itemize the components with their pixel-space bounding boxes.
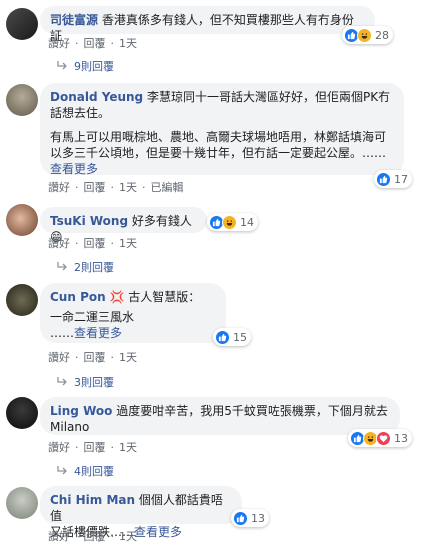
comment-text-paragraph: 一命二運三風水: [50, 310, 135, 324]
see-more-link[interactable]: 查看更多: [74, 326, 122, 340]
reaction-count: 13: [251, 511, 265, 525]
reaction-count: 17: [394, 172, 408, 186]
comment-bubble: 司徒富源 香港真係多有錢人，但不知買樓那些人有冇身份証: [40, 6, 375, 43]
like-button[interactable]: 讚好: [48, 439, 70, 455]
like-button[interactable]: 讚好: [48, 179, 70, 195]
reaction-summary[interactable]: 13: [348, 429, 412, 447]
comment-timestamp[interactable]: 1天: [119, 439, 137, 455]
view-replies-link[interactable]: 3則回覆: [56, 374, 114, 390]
avatar[interactable]: [6, 84, 38, 116]
reply-button[interactable]: 回覆: [84, 349, 106, 365]
reply-button[interactable]: 回覆: [84, 235, 106, 251]
view-replies-link[interactable]: 4則回覆: [56, 463, 114, 479]
reaction-summary[interactable]: 15: [213, 328, 251, 346]
see-more-link[interactable]: 查看更多: [134, 525, 182, 539]
like-button[interactable]: 讚好: [48, 235, 70, 251]
reaction-summary[interactable]: 13: [231, 509, 269, 527]
commenter-name[interactable]: Cun Pon: [50, 290, 106, 304]
reply-arrow-icon: [56, 60, 68, 73]
comment-text: 古人智慧版：: [128, 290, 201, 304]
replies-count-label[interactable]: 2則回覆: [74, 259, 114, 275]
haha-reaction-icon: [357, 27, 372, 43]
reply-button[interactable]: 回覆: [84, 439, 106, 455]
comment-bubble: Cun Pon 💢 古人智慧版： 一命二運三風水 ……查看更多: [40, 283, 226, 343]
replies-count-label[interactable]: 9則回覆: [74, 58, 114, 74]
avatar[interactable]: [6, 204, 38, 236]
reaction-count: 15: [233, 330, 247, 344]
like-button[interactable]: 讚好: [48, 35, 70, 51]
comment-timestamp[interactable]: 1天: [119, 35, 137, 51]
comment-bubble: Donald Yeung 李慧琼同十一哥話大灣區好好，但佢兩個PK冇話想去住。 …: [40, 83, 404, 176]
comment-timestamp[interactable]: 1天: [119, 349, 137, 365]
reaction-summary[interactable]: 14: [207, 213, 258, 231]
reaction-summary[interactable]: 28: [342, 26, 393, 44]
comment-timestamp[interactable]: 1天: [119, 179, 137, 195]
reaction-summary[interactable]: 17: [374, 170, 412, 188]
comment-timestamp[interactable]: 1天: [119, 528, 137, 544]
comment-bubble: Chi Him Man 個個人都話貴唔值 又話樓價跌……查看更多: [40, 486, 242, 539]
view-replies-link[interactable]: 2則回覆: [56, 259, 114, 275]
comment-actions: 讚好 · 回覆 · 1天: [48, 528, 137, 544]
reply-arrow-icon: [56, 465, 68, 478]
like-reaction-icon: [376, 171, 391, 187]
love-reaction-icon: [376, 430, 391, 446]
comment-bubble: Ling Woo 過度要咁辛苦，我用5千蚊買咗張機票，下個月就去Milano: [40, 397, 400, 435]
replies-count-label[interactable]: 4則回覆: [74, 463, 114, 479]
like-reaction-icon: [215, 329, 230, 345]
reaction-count: 14: [240, 215, 254, 229]
reaction-count: 13: [394, 431, 408, 445]
like-reaction-icon: [233, 510, 248, 526]
reaction-count: 28: [375, 28, 389, 42]
commenter-name[interactable]: Chi Him Man: [50, 493, 135, 507]
commenter-name[interactable]: Donald Yeung: [50, 90, 143, 104]
commenter-name[interactable]: Ling Woo: [50, 404, 112, 418]
reply-arrow-icon: [56, 261, 68, 274]
like-button[interactable]: 讚好: [48, 349, 70, 365]
anger-emoji-icon: 💢: [109, 290, 125, 304]
comment-ellipsis: ……: [50, 326, 74, 340]
comment-actions: 讚好 · 回覆 · 1天: [48, 439, 137, 455]
comment-bubble: TsuKi Wong 好多有錢人 😄: [40, 207, 207, 244]
see-more-link[interactable]: 查看更多: [50, 162, 98, 176]
avatar[interactable]: [6, 8, 38, 40]
comment-actions: 讚好 · 回覆 · 1天: [48, 235, 137, 251]
avatar[interactable]: [6, 487, 38, 519]
commenter-name[interactable]: 司徒富源: [50, 13, 98, 27]
comment-actions: 讚好 · 回覆 · 1天: [48, 35, 137, 51]
view-replies-link[interactable]: 9則回覆: [56, 58, 114, 74]
comment-text-paragraph: 有馬上可以用嘅棕地、農地、高爾夫球場地唔用，林鄭話填海可以多三千公頃地，但是要十…: [50, 130, 387, 160]
comment-timestamp[interactable]: 1天: [119, 235, 137, 251]
edited-label[interactable]: 已編輯: [151, 179, 184, 195]
replies-count-label[interactable]: 3則回覆: [74, 374, 114, 390]
haha-reaction-icon: [222, 214, 237, 230]
comment-actions: 讚好 · 回覆 · 1天: [48, 349, 137, 365]
reply-button[interactable]: 回覆: [84, 179, 106, 195]
commenter-name[interactable]: TsuKi Wong: [50, 214, 128, 228]
reply-button[interactable]: 回覆: [84, 35, 106, 51]
like-button[interactable]: 讚好: [48, 528, 70, 544]
avatar[interactable]: [6, 284, 38, 316]
avatar[interactable]: [6, 397, 38, 429]
comment-actions: 讚好 · 回覆 · 1天 · 已編輯: [48, 179, 184, 195]
reply-arrow-icon: [56, 376, 68, 389]
reply-button[interactable]: 回覆: [84, 528, 106, 544]
